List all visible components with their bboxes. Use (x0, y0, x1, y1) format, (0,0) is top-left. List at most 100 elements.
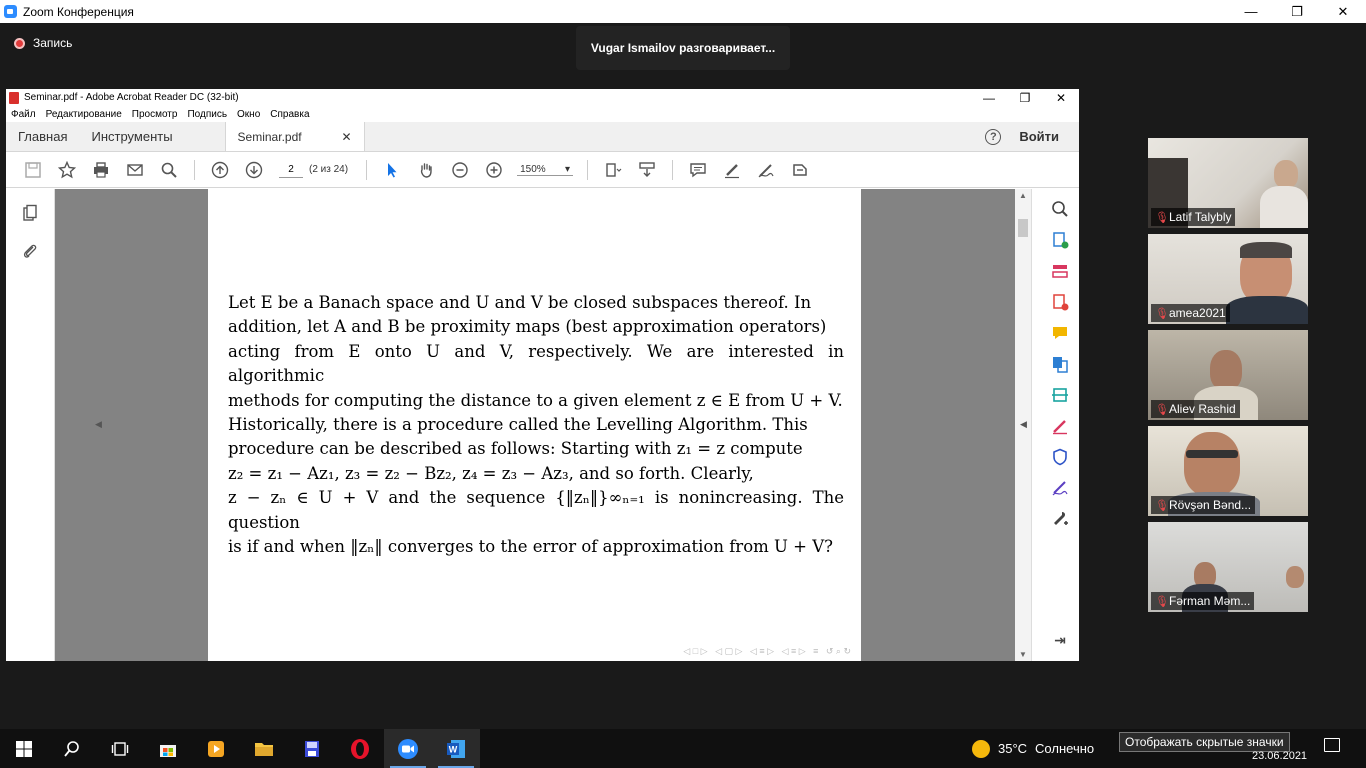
recording-indicator[interactable]: Запись (14, 36, 72, 50)
export-pdf-icon[interactable] (1049, 291, 1071, 313)
previous-page-icon[interactable] (203, 156, 237, 184)
zoom-restore-button[interactable]: ❐ (1274, 0, 1320, 23)
zoom-window-title: Zoom Конференция (23, 4, 134, 19)
zoom-app-icon[interactable] (384, 729, 432, 768)
login-button[interactable]: Войти (1019, 129, 1059, 144)
menu-window[interactable]: Окно (237, 109, 260, 120)
zoom-out-icon[interactable] (443, 156, 477, 184)
organize-pages-icon[interactable] (1049, 260, 1071, 282)
collapse-left-panel-icon[interactable]: ◀ (95, 419, 102, 430)
acrobat-window: Seminar.pdf - Adobe Acrobat Reader DC (3… (6, 89, 1079, 661)
email-icon[interactable] (118, 156, 152, 184)
more-tools-icon[interactable] (1049, 508, 1071, 530)
combine-files-icon[interactable] (1049, 353, 1071, 375)
toolbar-divider (366, 159, 368, 180)
participant-name: 🎙 Aliev Rashid (1151, 400, 1240, 418)
mic-muted-icon: 🎙 (1155, 212, 1169, 224)
toolbar-divider (672, 159, 674, 180)
participant-tile[interactable]: 🎙 Fərman Məm... (1148, 522, 1308, 612)
opera-browser-icon[interactable] (336, 729, 384, 768)
media-player-icon[interactable] (192, 729, 240, 768)
tab-tools[interactable]: Инструменты (79, 122, 184, 151)
menu-view[interactable]: Просмотр (132, 109, 178, 120)
fill-sign-icon[interactable] (1049, 415, 1071, 437)
zoom-level-value: 150% (520, 163, 546, 175)
create-pdf-icon[interactable] (1049, 229, 1071, 251)
page-text-line: acting from E onto U and V, respectively… (228, 341, 844, 386)
sun-icon (972, 739, 990, 758)
comment-icon[interactable] (681, 156, 715, 184)
scroll-up-icon[interactable]: ▲ (1019, 191, 1027, 200)
menu-file[interactable]: Файл (11, 109, 36, 120)
scrollbar-thumb[interactable] (1018, 219, 1028, 237)
highlight-pen-icon[interactable] (715, 156, 749, 184)
comment-tool-icon[interactable] (1049, 322, 1071, 344)
page-count-label: (2 из 24) (309, 164, 349, 175)
acrobat-restore-button[interactable]: ❐ (1007, 91, 1043, 105)
participant-face (1184, 432, 1240, 496)
save-icon[interactable] (16, 156, 50, 184)
start-windows-icon[interactable] (0, 729, 48, 768)
taskbar-date[interactable]: 23.06.2021 (1252, 750, 1307, 762)
weather-widget[interactable]: 35°C Солнечно (972, 729, 1094, 768)
zoom-logo-icon (4, 5, 17, 18)
notification-center-icon[interactable] (1324, 738, 1340, 752)
zoom-minimize-button[interactable]: — (1228, 0, 1274, 23)
hidden-icons-tooltip: Отображать скрытые значки (1119, 732, 1290, 752)
page-display-icon[interactable] (596, 156, 630, 184)
file-explorer-icon[interactable] (240, 729, 288, 768)
acrobat-window-title: Seminar.pdf - Adobe Acrobat Reader DC (3… (24, 92, 239, 103)
taskbar-search-icon[interactable] (48, 729, 96, 768)
zoom-level-select[interactable]: 150% ▾ (517, 163, 574, 176)
help-icon[interactable]: ? (985, 128, 1002, 145)
bookmark-star-icon[interactable] (50, 156, 84, 184)
edit-signature-icon[interactable] (1049, 477, 1071, 499)
tab-home[interactable]: Главная (6, 122, 79, 151)
zoom-close-button[interactable]: ✕ (1320, 0, 1366, 23)
page-text-line: Let E be a Banach space and U and V be c… (228, 293, 812, 312)
participant-glasses (1186, 450, 1238, 458)
participant-tile[interactable]: 🎙 Rövşən Bənd... (1148, 426, 1308, 516)
select-cursor-icon[interactable] (375, 156, 409, 184)
zoom-in-icon[interactable] (477, 156, 511, 184)
participant-tile[interactable]: 🎙 amea2021 (1148, 234, 1308, 324)
print-icon[interactable] (84, 156, 118, 184)
attachments-icon[interactable] (13, 237, 47, 265)
pdf-icon (9, 91, 19, 104)
active-speaker-text: Vugar Ismailov разговаривает... (590, 41, 776, 55)
page-text-line: Historically, there is a procedure calle… (228, 415, 808, 435)
next-page-icon[interactable] (237, 156, 271, 184)
protect-shield-icon[interactable] (1049, 446, 1071, 468)
page-number-input[interactable] (279, 161, 303, 178)
document-viewport[interactable]: ◀ Let E be a Banach space and U and V be… (55, 189, 1015, 661)
scan-ocr-icon[interactable] (1049, 384, 1071, 406)
toolbar-divider (194, 159, 195, 180)
task-view-icon[interactable] (96, 729, 144, 768)
tab-close-icon[interactable]: ✕ (341, 130, 351, 144)
expand-panel-icon[interactable]: ⇥ (1049, 629, 1071, 651)
scroll-mode-icon[interactable] (630, 156, 664, 184)
menu-edit[interactable]: Редактирование (46, 109, 122, 120)
hand-tool-icon[interactable] (409, 156, 443, 184)
scroll-down-icon[interactable]: ▼ (1019, 650, 1027, 659)
participant-tile[interactable]: 🎙 Latif Talybly (1148, 138, 1308, 228)
zoom-tool-icon[interactable] (1049, 198, 1071, 220)
menu-help[interactable]: Справка (270, 109, 309, 120)
collapse-right-panel-icon[interactable]: ◀ (1020, 419, 1027, 430)
page-thumbnails-icon[interactable] (13, 199, 47, 227)
participant-tile[interactable]: 🎙 Aliev Rashid (1148, 330, 1308, 420)
tab-document[interactable]: Seminar.pdf ✕ (224, 122, 365, 151)
active-speaker-toast: Vugar Ismailov разговаривает... (576, 26, 790, 70)
store-icon[interactable] (144, 729, 192, 768)
word-app-icon[interactable]: W (432, 729, 480, 768)
chevron-down-icon: ▾ (565, 163, 571, 175)
menu-sign[interactable]: Подпись (187, 109, 227, 120)
acrobat-minimize-button[interactable]: — (971, 91, 1007, 105)
search-icon[interactable] (152, 156, 186, 184)
beamer-navigation-symbols: ◁ □ ▷ ◁ ▢ ▷ ◁ ≡ ▷ ◁ ≡ ▷ ≡ ↺ ⌕ ↻ (683, 646, 851, 656)
media-app-icon[interactable] (288, 729, 336, 768)
draw-sign-icon[interactable] (749, 156, 783, 184)
acrobat-close-button[interactable]: ✕ (1043, 91, 1079, 105)
share-stamp-icon[interactable] (783, 156, 817, 184)
participant-body (1226, 296, 1308, 324)
